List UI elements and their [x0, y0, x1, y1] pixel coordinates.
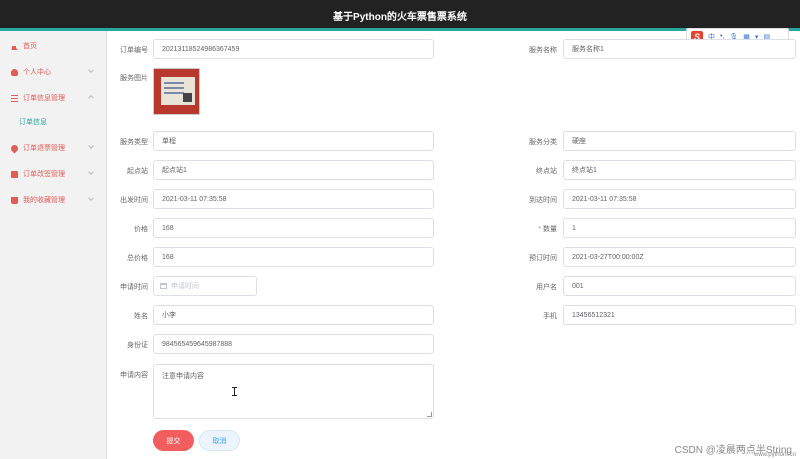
chevron-down-icon — [88, 67, 94, 73]
sidebar-item-change-management[interactable]: 订单改签管理 — [0, 161, 107, 187]
user-icon — [11, 68, 18, 76]
name-field[interactable]: 小李 — [153, 305, 434, 325]
list-icon — [11, 94, 18, 102]
cancel-button[interactable]: 取消 — [199, 430, 240, 451]
service-name-field[interactable]: 服务名称1 — [563, 39, 796, 59]
sidebar-item-label: 个人中心 — [23, 69, 51, 76]
order-no-label: 订单编号 — [120, 47, 148, 54]
sidebar-item-personal-center[interactable]: 个人中心 — [0, 59, 107, 85]
start-station-label: 起点站 — [127, 168, 148, 175]
arrive-time-label: 到达时间 — [529, 197, 557, 204]
price-label: 价格 — [134, 226, 148, 233]
sidebar-subitem-order-info[interactable]: 订单信息 — [0, 111, 107, 133]
service-type-label: 服务类型 — [120, 139, 148, 146]
resize-handle-icon[interactable] — [427, 412, 432, 417]
sidebar-item-label: 订单信息管理 — [23, 95, 65, 102]
end-station-label: 终点站 — [536, 168, 557, 175]
document-icon — [11, 170, 18, 178]
apply-content-textarea[interactable]: 注意申请内容 — [153, 364, 434, 419]
id-card-field[interactable]: 984565459645987888 — [153, 334, 434, 354]
quantity-label: 数量 — [543, 226, 557, 233]
sidebar-item-order-management[interactable]: 订单信息管理 — [0, 85, 107, 111]
header-accent-bar — [0, 28, 800, 31]
service-image-thumbnail[interactable] — [153, 68, 200, 115]
depart-time-field[interactable]: 2021-03-11 07:35:58 — [153, 189, 434, 209]
chevron-up-icon — [88, 95, 94, 101]
apply-time-label: 申请时间 — [120, 284, 148, 291]
sidebar: 首页 个人中心 订单信息管理 订单信息 订单退票管理 订单改签管理 我的收藏管理 — [0, 31, 107, 459]
sidebar-item-label: 我的收藏管理 — [23, 197, 65, 204]
sidebar-item-home[interactable]: 首页 — [0, 33, 107, 59]
service-image-label: 服务图片 — [120, 75, 148, 82]
ticket-image — [161, 77, 195, 105]
site-watermark: www.pythonf.cn — [753, 452, 796, 458]
apply-content-label: 申请内容 — [120, 372, 148, 379]
phone-field[interactable]: 13456512321 — [563, 305, 796, 325]
app-title: 基于Python的火车票售票系统 — [333, 12, 467, 23]
chevron-down-icon — [88, 143, 94, 149]
chevron-down-icon — [88, 195, 94, 201]
required-asterisk: * — [538, 226, 541, 233]
text-cursor-icon — [232, 387, 238, 396]
quantity-label-wrap: * 数量 — [500, 224, 557, 234]
sidebar-item-refund-management[interactable]: 订单退票管理 — [0, 135, 107, 161]
username-field[interactable]: 001 — [563, 276, 796, 296]
service-name-label: 服务名称 — [529, 47, 557, 54]
depart-time-label: 出发时间 — [120, 197, 148, 204]
sidebar-item-label: 订单改签管理 — [23, 171, 65, 178]
booking-time-field[interactable]: 2021-03-27T00:00:00Z — [563, 247, 796, 267]
app-header: 基于Python的火车票售票系统 — [0, 0, 800, 31]
arrive-time-field[interactable]: 2021-03-11 07:35:58 — [563, 189, 796, 209]
order-no-field[interactable]: 20213118524986367459 — [153, 39, 434, 59]
chevron-down-icon — [88, 169, 94, 175]
calendar-icon — [160, 283, 167, 289]
quantity-field[interactable]: 1 — [563, 218, 796, 238]
home-icon — [11, 43, 18, 50]
price-field[interactable]: 168 — [153, 218, 434, 238]
total-price-label: 总价格 — [127, 255, 148, 262]
service-category-field[interactable]: 硬座 — [563, 131, 796, 151]
apply-time-picker[interactable]: 申请时间 — [153, 276, 257, 296]
service-category-label: 服务分类 — [529, 139, 557, 146]
location-pin-icon — [9, 143, 20, 153]
submit-button[interactable]: 提交 — [153, 430, 194, 451]
sidebar-item-label: 订单退票管理 — [23, 145, 65, 152]
apply-time-placeholder: 申请时间 — [171, 283, 199, 290]
box-icon — [11, 196, 18, 204]
username-label: 用户名 — [536, 284, 557, 291]
service-type-field[interactable]: 单程 — [153, 131, 434, 151]
sidebar-item-favorites-management[interactable]: 我的收藏管理 — [0, 187, 107, 213]
id-card-label: 身份证 — [127, 342, 148, 349]
start-station-field[interactable]: 起点站1 — [153, 160, 434, 180]
phone-label: 手机 — [543, 313, 557, 320]
sidebar-item-label: 首页 — [23, 43, 37, 50]
end-station-field[interactable]: 终点站1 — [563, 160, 796, 180]
name-label: 姓名 — [134, 313, 148, 320]
apply-content-text: 注意申请内容 — [162, 373, 204, 380]
total-price-field[interactable]: 168 — [153, 247, 434, 267]
booking-time-label: 预订时间 — [529, 255, 557, 262]
